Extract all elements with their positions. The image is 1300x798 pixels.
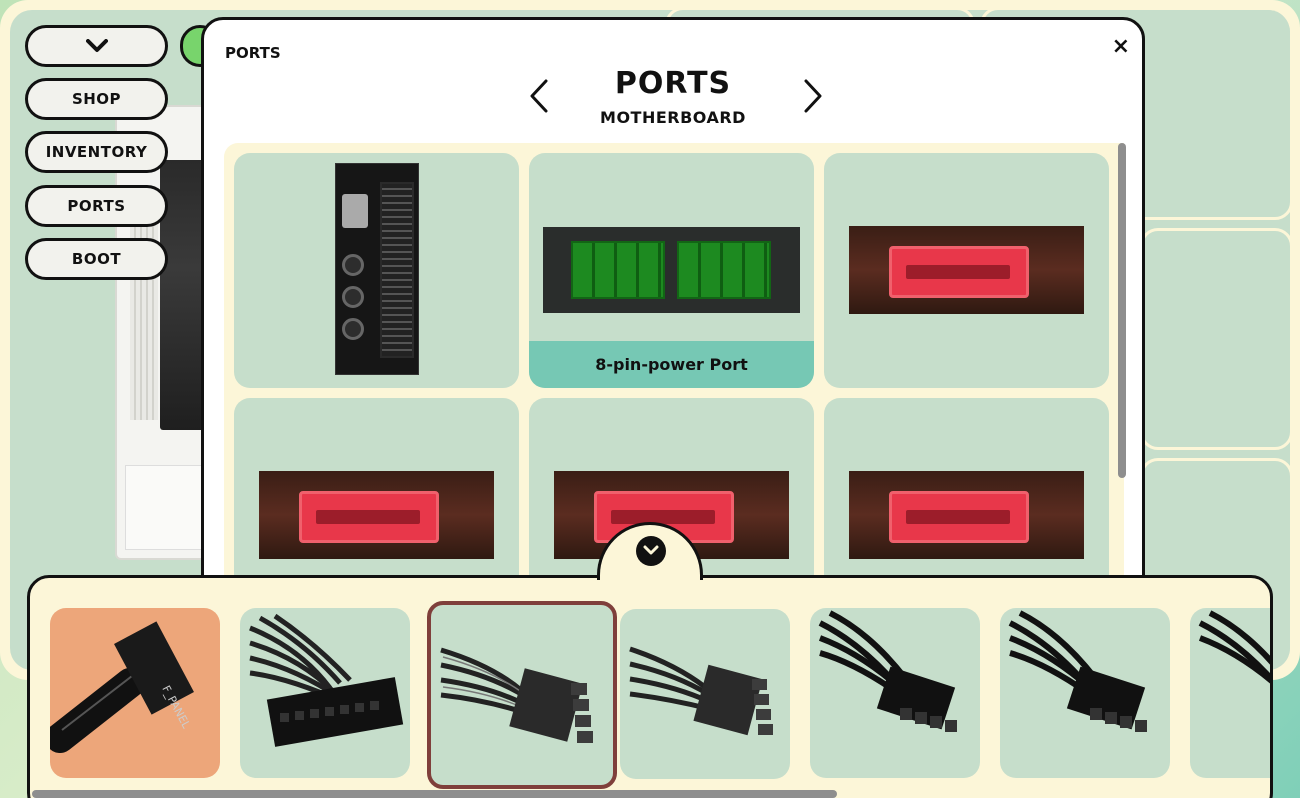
- cable-card-pcie[interactable]: [1000, 608, 1170, 778]
- chip: [342, 194, 368, 228]
- ports-scrollbar[interactable]: [1118, 143, 1126, 478]
- cable-card-f-panel[interactable]: F_PANEL: [50, 608, 220, 778]
- port-card-8pin-power[interactable]: 8-pin-power Port: [529, 153, 814, 388]
- sata-connector: [889, 491, 1029, 543]
- collapse-menu-button[interactable]: [25, 25, 168, 67]
- cable-card-pcie[interactable]: [810, 608, 980, 778]
- 24pin-cable-image: [249, 613, 404, 747]
- sata-connector: [299, 491, 439, 543]
- cable-card-pcie[interactable]: [1190, 608, 1270, 778]
- capacitor: [342, 318, 364, 340]
- chevron-down-icon: [85, 39, 108, 52]
- close-button[interactable]: ×: [1112, 36, 1130, 58]
- 8pin-power-cable-image: [440, 647, 593, 743]
- sata-port-image: [259, 471, 494, 559]
- 8pin-power-cable-image: [629, 646, 773, 736]
- 8pin-connector-right: [677, 241, 771, 299]
- bg-panel-c: [1140, 228, 1290, 450]
- port-card-label: 8-pin-power Port: [529, 341, 814, 388]
- cable-tray: F_PANEL: [27, 575, 1273, 798]
- sata-port-image: [849, 226, 1084, 314]
- sata-port-image: [849, 471, 1084, 559]
- cable-card-24pin[interactable]: [240, 608, 410, 778]
- port-card-24pin[interactable]: [234, 153, 519, 388]
- capacitor: [342, 286, 364, 308]
- sata-slot: [906, 265, 1010, 279]
- cable-card-8pin-selected[interactable]: [427, 601, 617, 789]
- capacitor: [342, 254, 364, 276]
- modal-title: PORTS: [614, 66, 732, 101]
- boot-button[interactable]: BOOT: [25, 238, 168, 280]
- pc-case-vent: [130, 200, 158, 420]
- inventory-button[interactable]: INVENTORY: [25, 131, 168, 173]
- sata-slot: [906, 510, 1010, 524]
- ports-button[interactable]: PORTS: [25, 185, 168, 227]
- 8pin-pcie-cable-image: [818, 610, 957, 732]
- shop-button[interactable]: SHOP: [25, 78, 168, 120]
- f-panel-cable-image: F_PANEL: [50, 621, 194, 753]
- pin-grid: [380, 182, 414, 358]
- atx-24pin-port-image: [335, 163, 419, 375]
- cable-card-8pin[interactable]: [620, 609, 790, 779]
- modal-header-label: PORTS: [225, 44, 281, 62]
- sata-slot: [611, 510, 715, 524]
- modal-subtitle: MOTHERBOARD: [600, 108, 746, 127]
- port-card-sata[interactable]: [824, 153, 1109, 388]
- 8pin-pcie-cable-image: [1008, 610, 1147, 732]
- 8pin-power-port-image: [543, 227, 800, 313]
- chevron-down-icon: [636, 536, 666, 566]
- 8pin-connector-left: [571, 241, 665, 299]
- sata-slot: [316, 510, 420, 524]
- 8pin-pcie-cable-image: [1198, 610, 1270, 684]
- tray-scrollbar[interactable]: [32, 790, 837, 798]
- sata-connector: [889, 246, 1029, 298]
